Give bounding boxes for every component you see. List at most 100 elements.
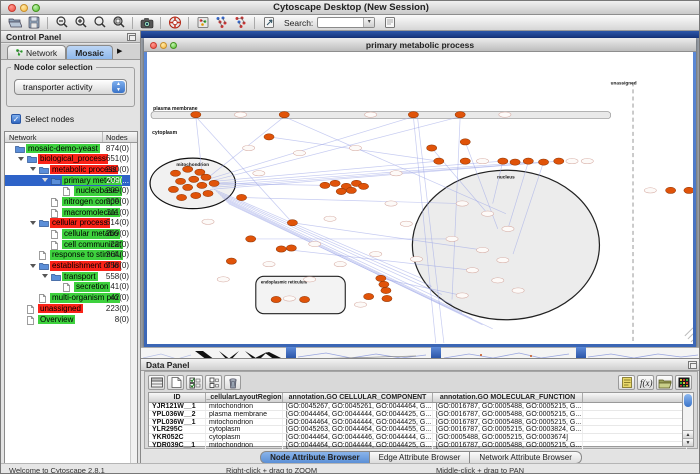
column-header-3[interactable]: annotation.GO CELLULAR_COMPONENT — [283, 393, 433, 402]
graph-label-node[interactable] — [466, 268, 478, 273]
graph-node[interactable] — [183, 184, 193, 190]
graph-node[interactable] — [330, 180, 340, 186]
graph-label-node[interactable] — [349, 145, 361, 150]
graph-edge[interactable] — [242, 197, 463, 203]
graph-label-node[interactable] — [492, 278, 504, 283]
table-cell[interactable]: cytoplasm — [206, 434, 283, 441]
table-row-ypl036w__2[interactable]: YPL036W__2plasma membrane[GO:0044464, GO… — [149, 411, 687, 419]
zoom-window-button[interactable] — [170, 42, 177, 49]
graph-label-node[interactable] — [497, 258, 509, 263]
select-attributes-icon[interactable] — [186, 375, 203, 390]
graph-label-node[interactable] — [400, 221, 412, 226]
graph-label-node[interactable] — [482, 211, 494, 216]
graph-node[interactable] — [538, 159, 548, 165]
expand-arrow-icon[interactable] — [30, 167, 36, 171]
graph-label-node[interactable] — [263, 262, 275, 267]
zoom-window-button[interactable] — [32, 4, 40, 12]
network-window-titlebar[interactable]: primary metabolic process — [144, 38, 696, 52]
nucleus-region[interactable] — [412, 170, 599, 320]
graph-label-node[interactable] — [354, 302, 366, 307]
tree-row-cellular-metabo[interactable]: cellular metabo209(0) — [5, 229, 137, 240]
search-input[interactable]: ▾ — [317, 17, 375, 28]
table-cell[interactable]: YLR295C — [149, 426, 206, 433]
attribute-table-icon[interactable] — [148, 375, 165, 390]
tree-row-cellular-process[interactable]: cellular process614(0) — [5, 218, 137, 229]
graph-node[interactable] — [189, 176, 199, 182]
table-cell[interactable]: YKR052C — [149, 434, 206, 441]
graph-label-node[interactable] — [234, 112, 246, 117]
table-cell[interactable]: YJR121W__1 — [149, 403, 206, 410]
tree-row-unassigned[interactable]: unassigned223(0) — [5, 303, 137, 314]
background-window-fragment[interactable] — [296, 347, 431, 358]
graph-label-node[interactable] — [309, 241, 321, 246]
graph-node[interactable] — [358, 183, 368, 189]
close-button[interactable] — [150, 42, 157, 49]
graph-node[interactable] — [300, 296, 310, 302]
column-header-4[interactable]: annotation.GO MOLECULAR_FUNCTION — [433, 393, 583, 402]
graph-node[interactable] — [460, 139, 470, 145]
window-border[interactable] — [576, 347, 586, 358]
graph-label-node[interactable] — [456, 293, 468, 298]
tree-row-multi-organism-pro[interactable]: multi-organism pro42(0) — [5, 293, 137, 304]
graph-node[interactable] — [236, 194, 246, 200]
tab-network[interactable]: Network — [7, 45, 66, 59]
graph-node[interactable] — [246, 236, 256, 242]
graph-node[interactable] — [523, 158, 533, 164]
graph-label-node[interactable] — [365, 112, 377, 117]
table-cell[interactable]: mitochondrion — [206, 419, 283, 426]
graph-node[interactable] — [376, 275, 386, 281]
graph-node[interactable] — [175, 178, 185, 184]
graph-node[interactable] — [408, 112, 418, 118]
graph-node[interactable] — [279, 112, 289, 118]
graph-label-node[interactable] — [410, 257, 422, 262]
scrollbar-thumb[interactable] — [684, 394, 692, 407]
graph-label-node[interactable] — [390, 171, 402, 176]
graph-node[interactable] — [264, 134, 274, 140]
table-cell[interactable]: [GO:0005488, GO:0005215, GO:0003674] — [433, 434, 583, 441]
table-cell[interactable]: mitochondrion — [206, 442, 283, 449]
table-cell[interactable]: [GO:0044464, GO:0044446, GO:0044444, G..… — [283, 434, 433, 441]
tree-row-establishment-of-lo[interactable]: establishment of lo558(0) — [5, 261, 137, 272]
graph-node[interactable] — [320, 182, 330, 188]
table-cell[interactable]: mitochondrion — [206, 403, 283, 410]
zoom-fit-icon[interactable] — [91, 16, 108, 30]
layout-icon[interactable] — [232, 16, 249, 30]
tree-row-primary-metabo[interactable]: primary metabo209(... — [5, 175, 137, 186]
table-row-ykr052c[interactable]: YKR052Ccytoplasm[GO:0044464, GO:0044446,… — [149, 434, 687, 442]
help-icon[interactable] — [166, 16, 183, 30]
graph-label-node[interactable] — [385, 201, 397, 206]
table-cell[interactable]: plasma membrane — [206, 411, 283, 418]
table-cell[interactable]: [GO:0045263, GO:0044464, GO:0044455, G..… — [283, 426, 433, 433]
table-cell[interactable]: [GO:0016787, GO:0005488, GO:0005215, G..… — [433, 403, 583, 410]
import-attributes-icon[interactable] — [260, 16, 277, 30]
graph-label-node[interactable] — [304, 277, 316, 282]
table-cell[interactable]: [GO:0016787, GO:0005488, GO:0005215, G..… — [433, 442, 583, 449]
column-header-1[interactable]: ID — [149, 393, 206, 402]
graph-node[interactable] — [203, 190, 213, 196]
save-icon[interactable] — [25, 16, 42, 30]
tree-row-response-to-stimulu[interactable]: response to stimulu264(0) — [5, 250, 137, 261]
tree-row-transport[interactable]: transport558(0) — [5, 271, 137, 282]
graph-label-node[interactable] — [293, 150, 305, 155]
expand-arrow-icon[interactable] — [30, 264, 36, 268]
graph-node[interactable] — [510, 159, 520, 165]
tree-row-metabolic-process[interactable]: metabolic process280(0) — [5, 164, 137, 175]
graph-node[interactable] — [455, 112, 465, 118]
graph-node[interactable] — [554, 158, 564, 164]
graph-label-node[interactable] — [253, 171, 265, 176]
search-dropdown-icon[interactable]: ▾ — [363, 18, 374, 27]
graph-node[interactable] — [364, 293, 374, 299]
minimize-button[interactable] — [20, 4, 28, 12]
snapshot-icon[interactable] — [138, 16, 155, 30]
scroll-up-icon[interactable]: ▲ — [683, 430, 693, 438]
tree-row-macromolecule[interactable]: macromolecule311(0) — [5, 207, 137, 218]
graph-node[interactable] — [379, 281, 389, 287]
tree-row-cell-communicat[interactable]: cell communicat22(0) — [5, 239, 137, 250]
window-border[interactable] — [431, 347, 441, 358]
zoom-out-icon[interactable] — [53, 16, 70, 30]
zoom-selected-icon[interactable] — [110, 16, 127, 30]
expand-arrow-icon[interactable] — [30, 221, 36, 225]
graph-label-node[interactable] — [217, 277, 229, 282]
close-button[interactable] — [8, 4, 16, 12]
graph-node[interactable] — [197, 182, 207, 188]
